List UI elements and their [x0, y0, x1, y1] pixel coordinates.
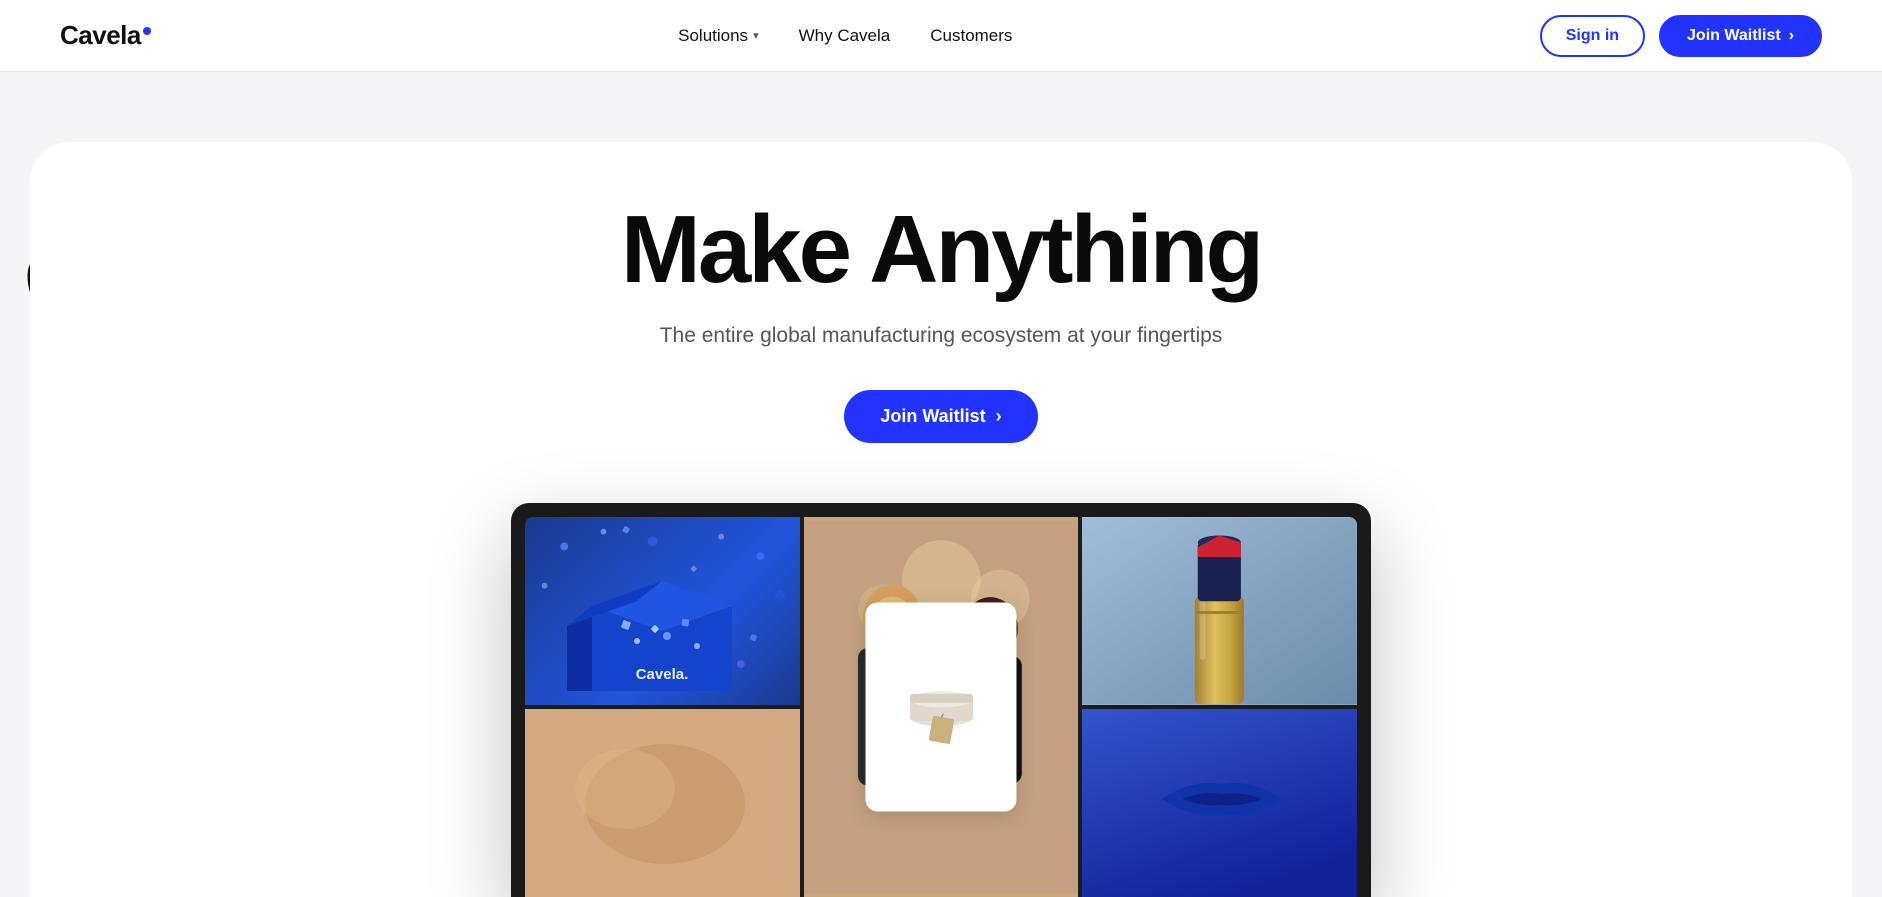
join-waitlist-button[interactable]: Join Waitlist ›: [1659, 15, 1822, 57]
hero-subtitle: The entire global manufacturing ecosyste…: [541, 320, 1341, 352]
hero-section: Make Anything The entire global manufact…: [0, 72, 1882, 897]
nav-actions: Sign in Join Waitlist ›: [1540, 15, 1822, 57]
navbar: Cavela Solutions ▾ Why Cavela Customers …: [0, 0, 1882, 72]
hero-cta-arrow-icon: ›: [996, 406, 1002, 427]
laptop-screen: Cavela.: [525, 517, 1357, 897]
screenshot-people-cell: [804, 517, 1079, 897]
hero-title: Make Anything: [541, 202, 1341, 298]
logo-dot: [143, 27, 151, 35]
product-screenshot: Cavela.: [30, 503, 1852, 897]
hero-join-waitlist-button[interactable]: Join Waitlist ›: [844, 390, 1037, 443]
svg-text:Cavela.: Cavela.: [636, 666, 689, 683]
screenshot-candle-overlay: [865, 602, 1016, 811]
screenshot-bottom-left-cell: [525, 709, 800, 897]
screenshot-box-cell: Cavela.: [525, 517, 800, 705]
hero-card: Make Anything The entire global manufact…: [30, 142, 1852, 897]
laptop-frame: Cavela.: [511, 503, 1371, 897]
solutions-chevron-icon: ▾: [753, 29, 759, 42]
logo[interactable]: Cavela: [60, 20, 151, 51]
nav-item-solutions[interactable]: Solutions ▾: [678, 26, 758, 46]
signin-button[interactable]: Sign in: [1540, 15, 1645, 57]
nav-links: Solutions ▾ Why Cavela Customers: [678, 26, 1012, 46]
nav-item-why-cavela[interactable]: Why Cavela: [799, 26, 891, 46]
screenshot-bottom-right-cell: [1082, 709, 1357, 897]
nav-item-customers[interactable]: Customers: [930, 26, 1012, 46]
waitlist-arrow-icon: ›: [1789, 27, 1794, 45]
logo-text: Cavela: [60, 20, 141, 51]
hero-content: Make Anything The entire global manufact…: [541, 202, 1341, 493]
screenshot-lipstick-cell: [1082, 517, 1357, 705]
